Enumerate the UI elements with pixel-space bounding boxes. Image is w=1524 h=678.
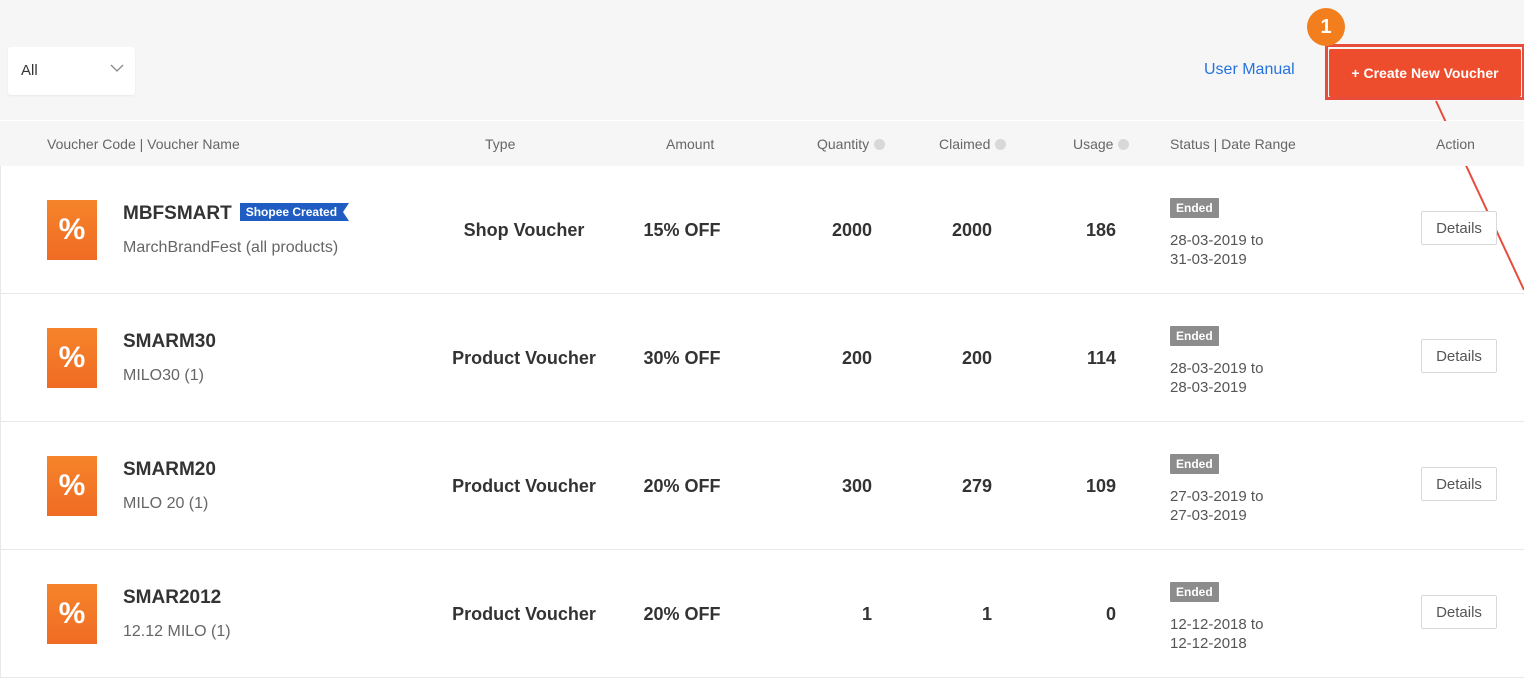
user-manual-link[interactable]: User Manual <box>1204 61 1295 79</box>
voucher-code: SMAR2012 <box>123 587 222 608</box>
table-row: % SMARM20 MILO 20 (1) Product Voucher 20% OF… <box>0 422 1524 550</box>
info-icon <box>995 139 1007 150</box>
voucher-code: SMARM20 <box>123 459 216 480</box>
date-range: 12-12-2018 to 12-12-2018 <box>1170 616 1264 652</box>
table-row: % SMAR2012 12.12 MILO (1) Product Voucher 20… <box>0 550 1524 678</box>
step-badge: 1 <box>1307 8 1345 46</box>
col-usage: Usage <box>1073 136 1130 152</box>
date-range: 27-03-2019 to 27-03-2019 <box>1170 488 1264 524</box>
status-filter-dropdown[interactable]: All <box>8 47 135 95</box>
voucher-amount: 15% OFF <box>643 220 721 240</box>
table-row: % MBFSMART Shopee Created MarchBrandFest (a… <box>0 166 1524 294</box>
voucher-name: MILO30 (1) <box>123 367 204 384</box>
voucher-quantity: 300 <box>841 476 872 496</box>
percent-icon: % <box>47 456 97 516</box>
voucher-quantity: 1 <box>861 604 872 624</box>
voucher-type: Shop Voucher <box>463 220 585 240</box>
voucher-type: Product Voucher <box>452 348 596 368</box>
details-button[interactable]: Details <box>1421 211 1497 245</box>
voucher-usage: 186 <box>1085 220 1116 240</box>
voucher-quantity: 2000 <box>831 220 872 240</box>
details-button[interactable]: Details <box>1421 339 1497 373</box>
voucher-amount: 20% OFF <box>643 604 721 624</box>
voucher-code: SMARM30 <box>123 331 216 352</box>
voucher-type: Product Voucher <box>452 604 596 624</box>
voucher-claimed: 1 <box>981 604 992 624</box>
voucher-code: MBFSMART Shopee Created <box>123 203 350 225</box>
details-button[interactable]: Details <box>1421 467 1497 501</box>
status-badge: Ended <box>1170 582 1219 602</box>
col-amount: Amount <box>666 136 715 152</box>
col-quantity: Quantity <box>817 136 886 152</box>
shopee-created-badge: Shopee Created <box>239 203 350 221</box>
col-action: Action <box>1436 136 1475 152</box>
status-badge: Ended <box>1170 198 1219 218</box>
info-icon <box>874 139 886 150</box>
chevron-down-icon <box>110 64 124 72</box>
info-icon <box>1118 139 1130 150</box>
date-range: 28-03-2019 to 28-03-2019 <box>1170 360 1264 396</box>
voucher-name: MILO 20 (1) <box>123 495 209 512</box>
details-button[interactable]: Details <box>1421 595 1497 629</box>
voucher-amount: 20% OFF <box>643 476 721 496</box>
voucher-quantity: 200 <box>841 348 872 368</box>
filter-value: All <box>21 62 38 79</box>
voucher-usage: 114 <box>1086 348 1116 368</box>
col-claimed: Claimed <box>939 136 1007 152</box>
col-code-name: Voucher Code | Voucher Name <box>47 136 240 152</box>
voucher-usage: 109 <box>1085 476 1116 496</box>
date-range: 28-03-2019 to 31-03-2019 <box>1170 232 1264 268</box>
percent-icon: % <box>47 200 97 260</box>
status-badge: Ended <box>1170 326 1219 346</box>
table-header: Voucher Code | Voucher Name Type Amount … <box>0 121 1524 166</box>
table-row: % SMARM30 MILO30 (1) Product Voucher 30% OFF… <box>0 294 1524 422</box>
voucher-claimed: 2000 <box>951 220 992 240</box>
percent-icon: % <box>47 328 97 388</box>
voucher-name: MarchBrandFest (all products) <box>123 239 339 256</box>
voucher-type: Product Voucher <box>452 476 596 496</box>
col-type: Type <box>485 136 516 152</box>
toolbar: All User Manual + Create New Voucher <box>0 0 1524 120</box>
voucher-name: 12.12 MILO (1) <box>123 623 231 640</box>
col-status-date: Status | Date Range <box>1170 136 1296 152</box>
status-badge: Ended <box>1170 454 1219 474</box>
create-new-voucher-button[interactable]: + Create New Voucher <box>1329 49 1521 97</box>
voucher-usage: 0 <box>1105 604 1116 624</box>
voucher-amount: 30% OFF <box>643 348 721 368</box>
voucher-claimed: 279 <box>961 476 992 496</box>
voucher-claimed: 200 <box>961 348 992 368</box>
percent-icon: % <box>47 584 97 644</box>
